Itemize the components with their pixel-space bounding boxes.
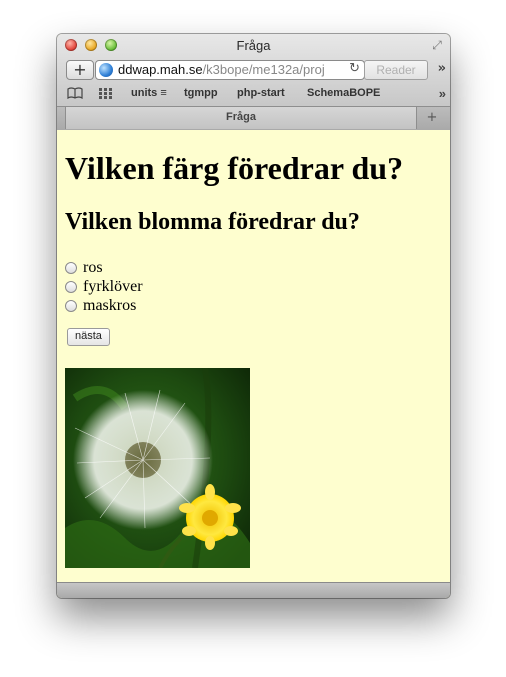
- new-tab-icon[interactable]: +: [422, 109, 442, 127]
- option-maskros[interactable]: maskros: [65, 296, 143, 315]
- url-path: /k3bope/me132a/proj: [202, 62, 325, 77]
- page-heading: Vilken färg föredrar du?: [65, 150, 404, 186]
- fullscreen-icon[interactable]: ⤢: [430, 38, 444, 52]
- tab-fraga[interactable]: Fråga: [65, 107, 417, 129]
- tab-bar: Fråga +: [57, 106, 450, 130]
- page-content: Vilken färg föredrar du? Vilken blomma f…: [57, 130, 450, 582]
- window-title: Fråga: [236, 38, 271, 53]
- bookmark-schemabope[interactable]: SchemaBOPE: [307, 87, 380, 99]
- option-label: ros: [83, 258, 103, 276]
- browser-chrome: Fråga ⤢ + ddwap.mah.se/k3bope/me132a/pro…: [57, 34, 450, 130]
- address-bar[interactable]: ddwap.mah.se/k3bope/me132a/proj ↻: [95, 60, 365, 80]
- status-bar: [57, 582, 450, 598]
- option-label: maskros: [83, 296, 137, 314]
- question-heading: Vilken blomma föredrar du?: [65, 209, 360, 235]
- option-label: fyrklöver: [83, 277, 143, 295]
- bookmark-units[interactable]: units ≡: [131, 87, 167, 99]
- radio-ros[interactable]: [65, 261, 77, 274]
- dandelion-photo: [65, 368, 250, 568]
- reload-icon[interactable]: ↻: [349, 61, 360, 76]
- toolbar: + ddwap.mah.se/k3bope/me132a/proj ↻ Read…: [57, 58, 450, 82]
- browser-window: Fråga ⤢ + ddwap.mah.se/k3bope/me132a/pro…: [57, 34, 450, 598]
- reader-button[interactable]: Reader: [364, 60, 428, 80]
- title-bar: Fråga ⤢: [57, 34, 450, 56]
- globe-icon: [99, 63, 113, 77]
- url-text[interactable]: ddwap.mah.se/k3bope/me132a/proj: [118, 62, 325, 77]
- radio-maskros[interactable]: [65, 299, 77, 312]
- bookmarks-bar: units ≡ tgmpp php-start SchemaBOPE »: [57, 84, 450, 104]
- flower-options: ros fyrklöver maskros: [65, 258, 143, 315]
- reading-list-icon[interactable]: [67, 87, 83, 102]
- bookmarks-overflow-icon[interactable]: »: [439, 86, 446, 101]
- bookmark-tgmpp[interactable]: tgmpp: [184, 87, 218, 99]
- add-bookmark-button[interactable]: +: [66, 60, 94, 80]
- radio-fyrklover[interactable]: [65, 280, 77, 293]
- option-fyrklover[interactable]: fyrklöver: [65, 277, 143, 296]
- top-sites-icon[interactable]: [99, 88, 113, 100]
- next-button[interactable]: nästa: [67, 328, 110, 346]
- bookmark-php-start[interactable]: php-start: [237, 87, 285, 99]
- option-ros[interactable]: ros: [65, 258, 143, 277]
- toolbar-overflow-icon[interactable]: »: [438, 61, 446, 76]
- url-host: ddwap.mah.se: [118, 62, 203, 77]
